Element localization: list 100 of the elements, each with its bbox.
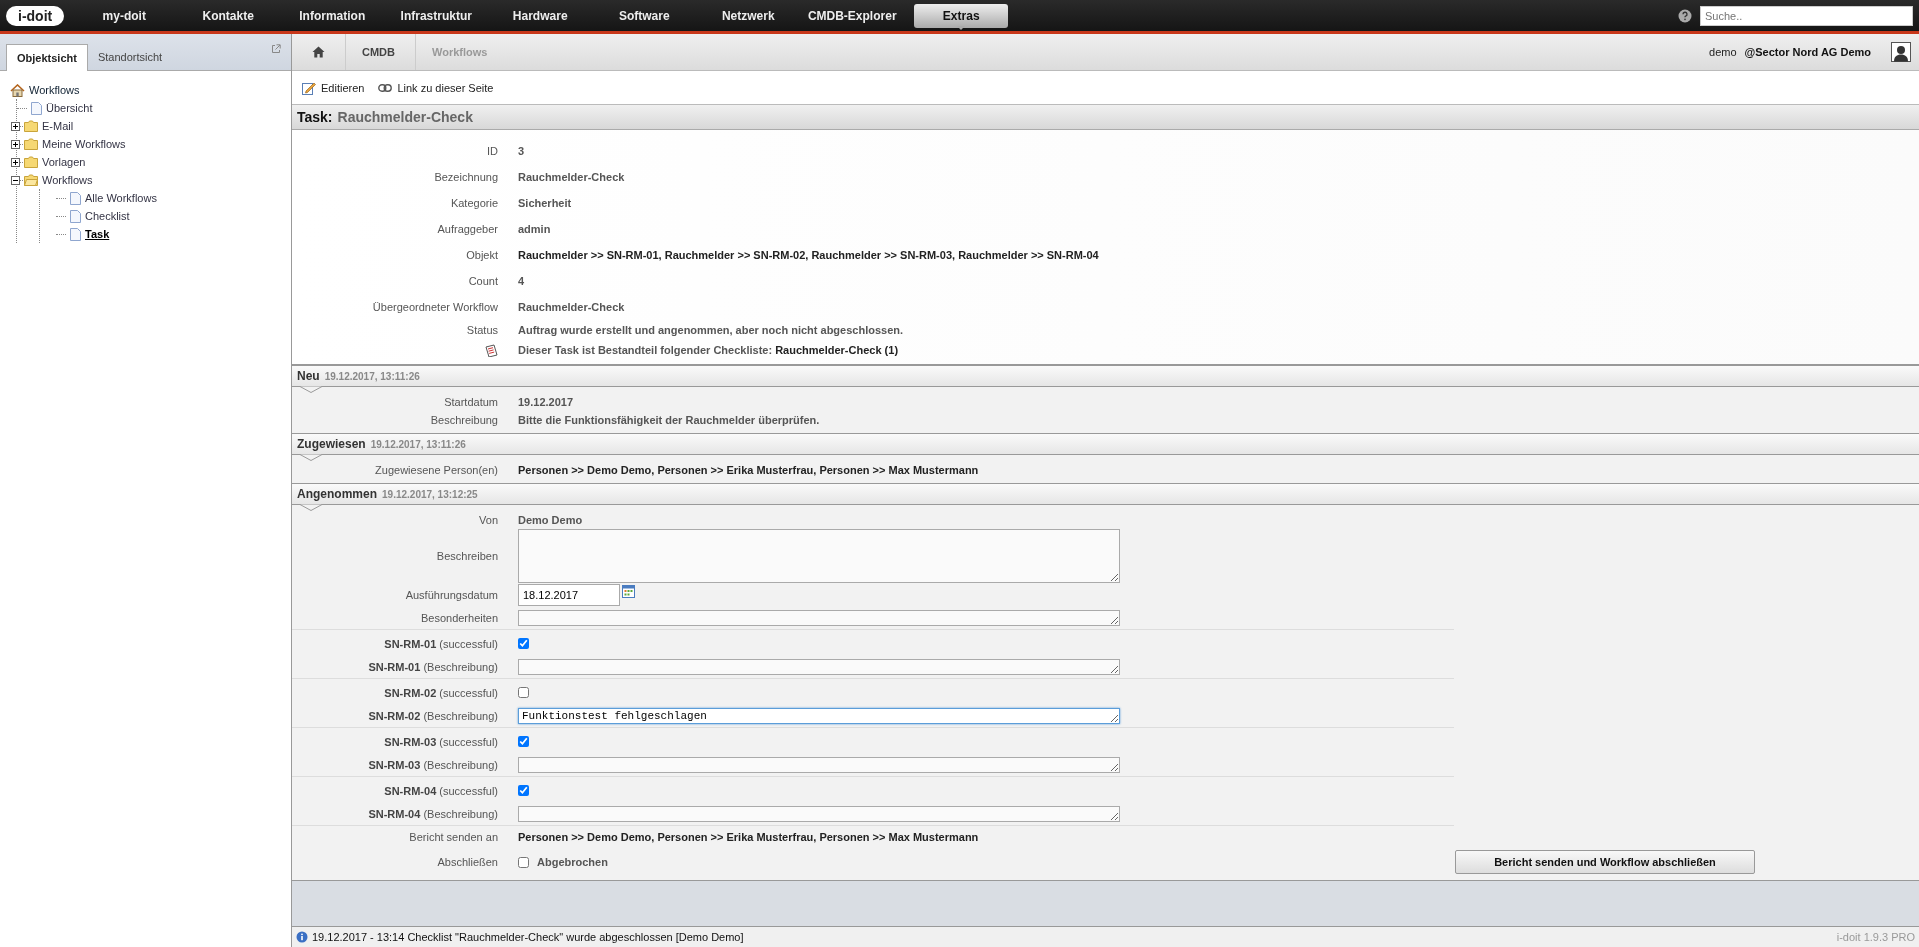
tree-item[interactable]: E-Mail — [42, 120, 74, 132]
checkbox[interactable] — [518, 687, 529, 698]
nav-tab[interactable]: Infrastruktur — [384, 3, 489, 28]
collapse-icon[interactable] — [11, 175, 20, 185]
text-field[interactable] — [518, 609, 1120, 626]
text-field[interactable] — [518, 805, 1120, 822]
field-label: SN-RM-04 (Beschreibung) — [367, 807, 498, 820]
field-label: Von — [478, 514, 498, 526]
folder-icon — [24, 174, 38, 186]
field-label: Übergeordneter Workflow — [371, 301, 498, 313]
field-label: Bezeichnung — [433, 171, 498, 183]
field-label: Zugewiesene Person(en) — [374, 464, 498, 476]
link-icon — [378, 83, 393, 92]
field-label: SN-RM-02 (Beschreibung) — [367, 709, 498, 722]
popout-icon[interactable] — [271, 44, 281, 54]
checkbox[interactable] — [518, 638, 529, 649]
nav-tab[interactable]: CMDB-Explorer — [800, 3, 905, 28]
tenant-name: @Sector Nord AG Demo — [1744, 46, 1871, 58]
expand-icon[interactable] — [11, 139, 20, 149]
field-label: SN-RM-04 (successful) — [383, 784, 498, 797]
field-label: SN-RM-01 (Beschreibung) — [367, 660, 498, 673]
checkbox[interactable] — [518, 785, 529, 796]
view-tab[interactable]: Standortsicht — [87, 44, 173, 70]
field-value: 19.12.2017 — [518, 396, 574, 408]
folder-icon — [24, 156, 38, 168]
edit-button[interactable]: Editieren — [302, 80, 365, 95]
field-value: Personen >> Demo Demo, Personen >> Erika Musterfrau, Personen >> Max Mustermann — [518, 831, 979, 843]
expand-icon[interactable] — [11, 157, 20, 167]
checklist-icon — [485, 343, 498, 357]
nav-tab[interactable]: Netzwerk — [696, 3, 801, 28]
field-label: Kategorie — [449, 197, 498, 209]
text-field[interactable]: Funktionstest fehlgeschlagen — [518, 707, 1120, 724]
link-button[interactable]: Link zu dieser Seite — [378, 81, 494, 94]
field-label: SN-RM-02 (successful) — [383, 686, 498, 699]
section-title: Zugewiesen — [297, 437, 366, 451]
section-timestamp: 19.12.2017, 13:11:26 — [324, 370, 420, 382]
expand-icon[interactable] — [11, 121, 20, 131]
tree-item[interactable]: Meine Workflows — [42, 138, 126, 150]
edit-icon — [302, 80, 316, 95]
field-label: Startdatum — [443, 396, 498, 408]
user-name: demo — [1709, 46, 1737, 58]
page-icon — [70, 227, 81, 241]
date-field[interactable]: 18.12.2017 — [518, 583, 620, 606]
field-label: Objekt — [465, 249, 498, 261]
field-value: Personen >> Demo Demo, Personen >> Erika Musterfrau, Personen >> Max Mustermann — [518, 464, 979, 476]
field-value: 3 — [518, 145, 525, 157]
page-icon — [70, 191, 81, 205]
tree-item[interactable]: Alle Workflows — [85, 192, 157, 204]
breadcrumb-link[interactable]: CMDB — [345, 34, 395, 70]
nav-tab[interactable]: Information — [280, 3, 385, 28]
field-value: 4 — [518, 275, 525, 287]
field-label: Abschließen — [436, 856, 498, 868]
version-label: i-doit 1.9.3 PRO — [1836, 931, 1915, 943]
nav-tab[interactable]: Software — [592, 3, 697, 28]
folder-icon — [24, 138, 38, 150]
avatar-icon[interactable] — [1891, 42, 1911, 62]
home-icon[interactable] — [312, 46, 325, 58]
view-tab[interactable]: Objektsicht — [6, 44, 88, 71]
field-label: Aufraggeber — [436, 223, 498, 235]
section-timestamp: 19.12.2017, 13:12:25 — [382, 488, 478, 500]
field-label: SN-RM-01 (successful) — [383, 637, 498, 650]
field-value: admin — [518, 223, 551, 235]
page-icon — [31, 101, 42, 115]
field-label: Besonderheiten — [419, 611, 498, 624]
checkbox-label: Abgebrochen — [537, 856, 608, 868]
field-label: SN-RM-03 (Beschreibung) — [367, 758, 498, 771]
field-value: Rauchmelder-Check — [518, 171, 625, 183]
field-label: Beschreibung — [429, 414, 498, 426]
field-value: Rauchmelder >> SN-RM-01, Rauchmelder >> SN-RM-02, Rauchmelder >> SN-RM-03, Rauchmelder >> SN-RM-04 — [518, 249, 1099, 261]
field-label: Beschreiben — [435, 550, 498, 562]
tree-item[interactable]: Vorlagen — [42, 156, 86, 168]
checklist-link[interactable]: Rauchmelder-Check (1) — [775, 344, 899, 356]
task-prefix: Task: — [297, 109, 333, 125]
house-icon — [10, 83, 25, 97]
checkbox[interactable] — [518, 856, 529, 868]
help-icon[interactable] — [1678, 8, 1692, 23]
submit-button[interactable]: Bericht senden und Workflow abschließen — [1455, 850, 1755, 874]
status-message: 19.12.2017 - 13:14 Checklist "Rauchmelder-Check" wurde abgeschlossen [Demo Demo] — [312, 931, 744, 943]
checklist-note: Dieser Task ist Bestandteil folgender Checkliste: — [518, 344, 773, 356]
field-label: ID — [486, 145, 498, 157]
field-value: Rauchmelder-Check — [518, 301, 625, 313]
text-field[interactable] — [518, 658, 1120, 675]
tree-item[interactable]: Workflows — [29, 84, 80, 96]
calendar-icon[interactable] — [622, 585, 635, 598]
description-textarea[interactable] — [518, 529, 1120, 583]
page-icon — [70, 209, 81, 223]
tree-item[interactable]: Übersicht — [46, 102, 93, 114]
nav-tab[interactable]: my-doit — [72, 3, 177, 28]
tree-item[interactable]: Task — [85, 228, 110, 240]
nav-tab[interactable]: Kontakte — [176, 3, 281, 28]
logo[interactable]: i-doit — [6, 5, 65, 26]
nav-tab[interactable]: Hardware — [488, 3, 593, 28]
checkbox[interactable] — [518, 736, 529, 747]
tree-item[interactable]: Workflows — [42, 174, 93, 186]
field-label: Bericht senden an — [408, 831, 498, 843]
folder-icon — [24, 120, 38, 132]
search-field[interactable]: Suche.. — [1700, 5, 1913, 26]
tree-item[interactable]: Checklist — [85, 210, 130, 222]
field-value: Demo Demo — [518, 514, 583, 526]
text-field[interactable] — [518, 756, 1120, 773]
